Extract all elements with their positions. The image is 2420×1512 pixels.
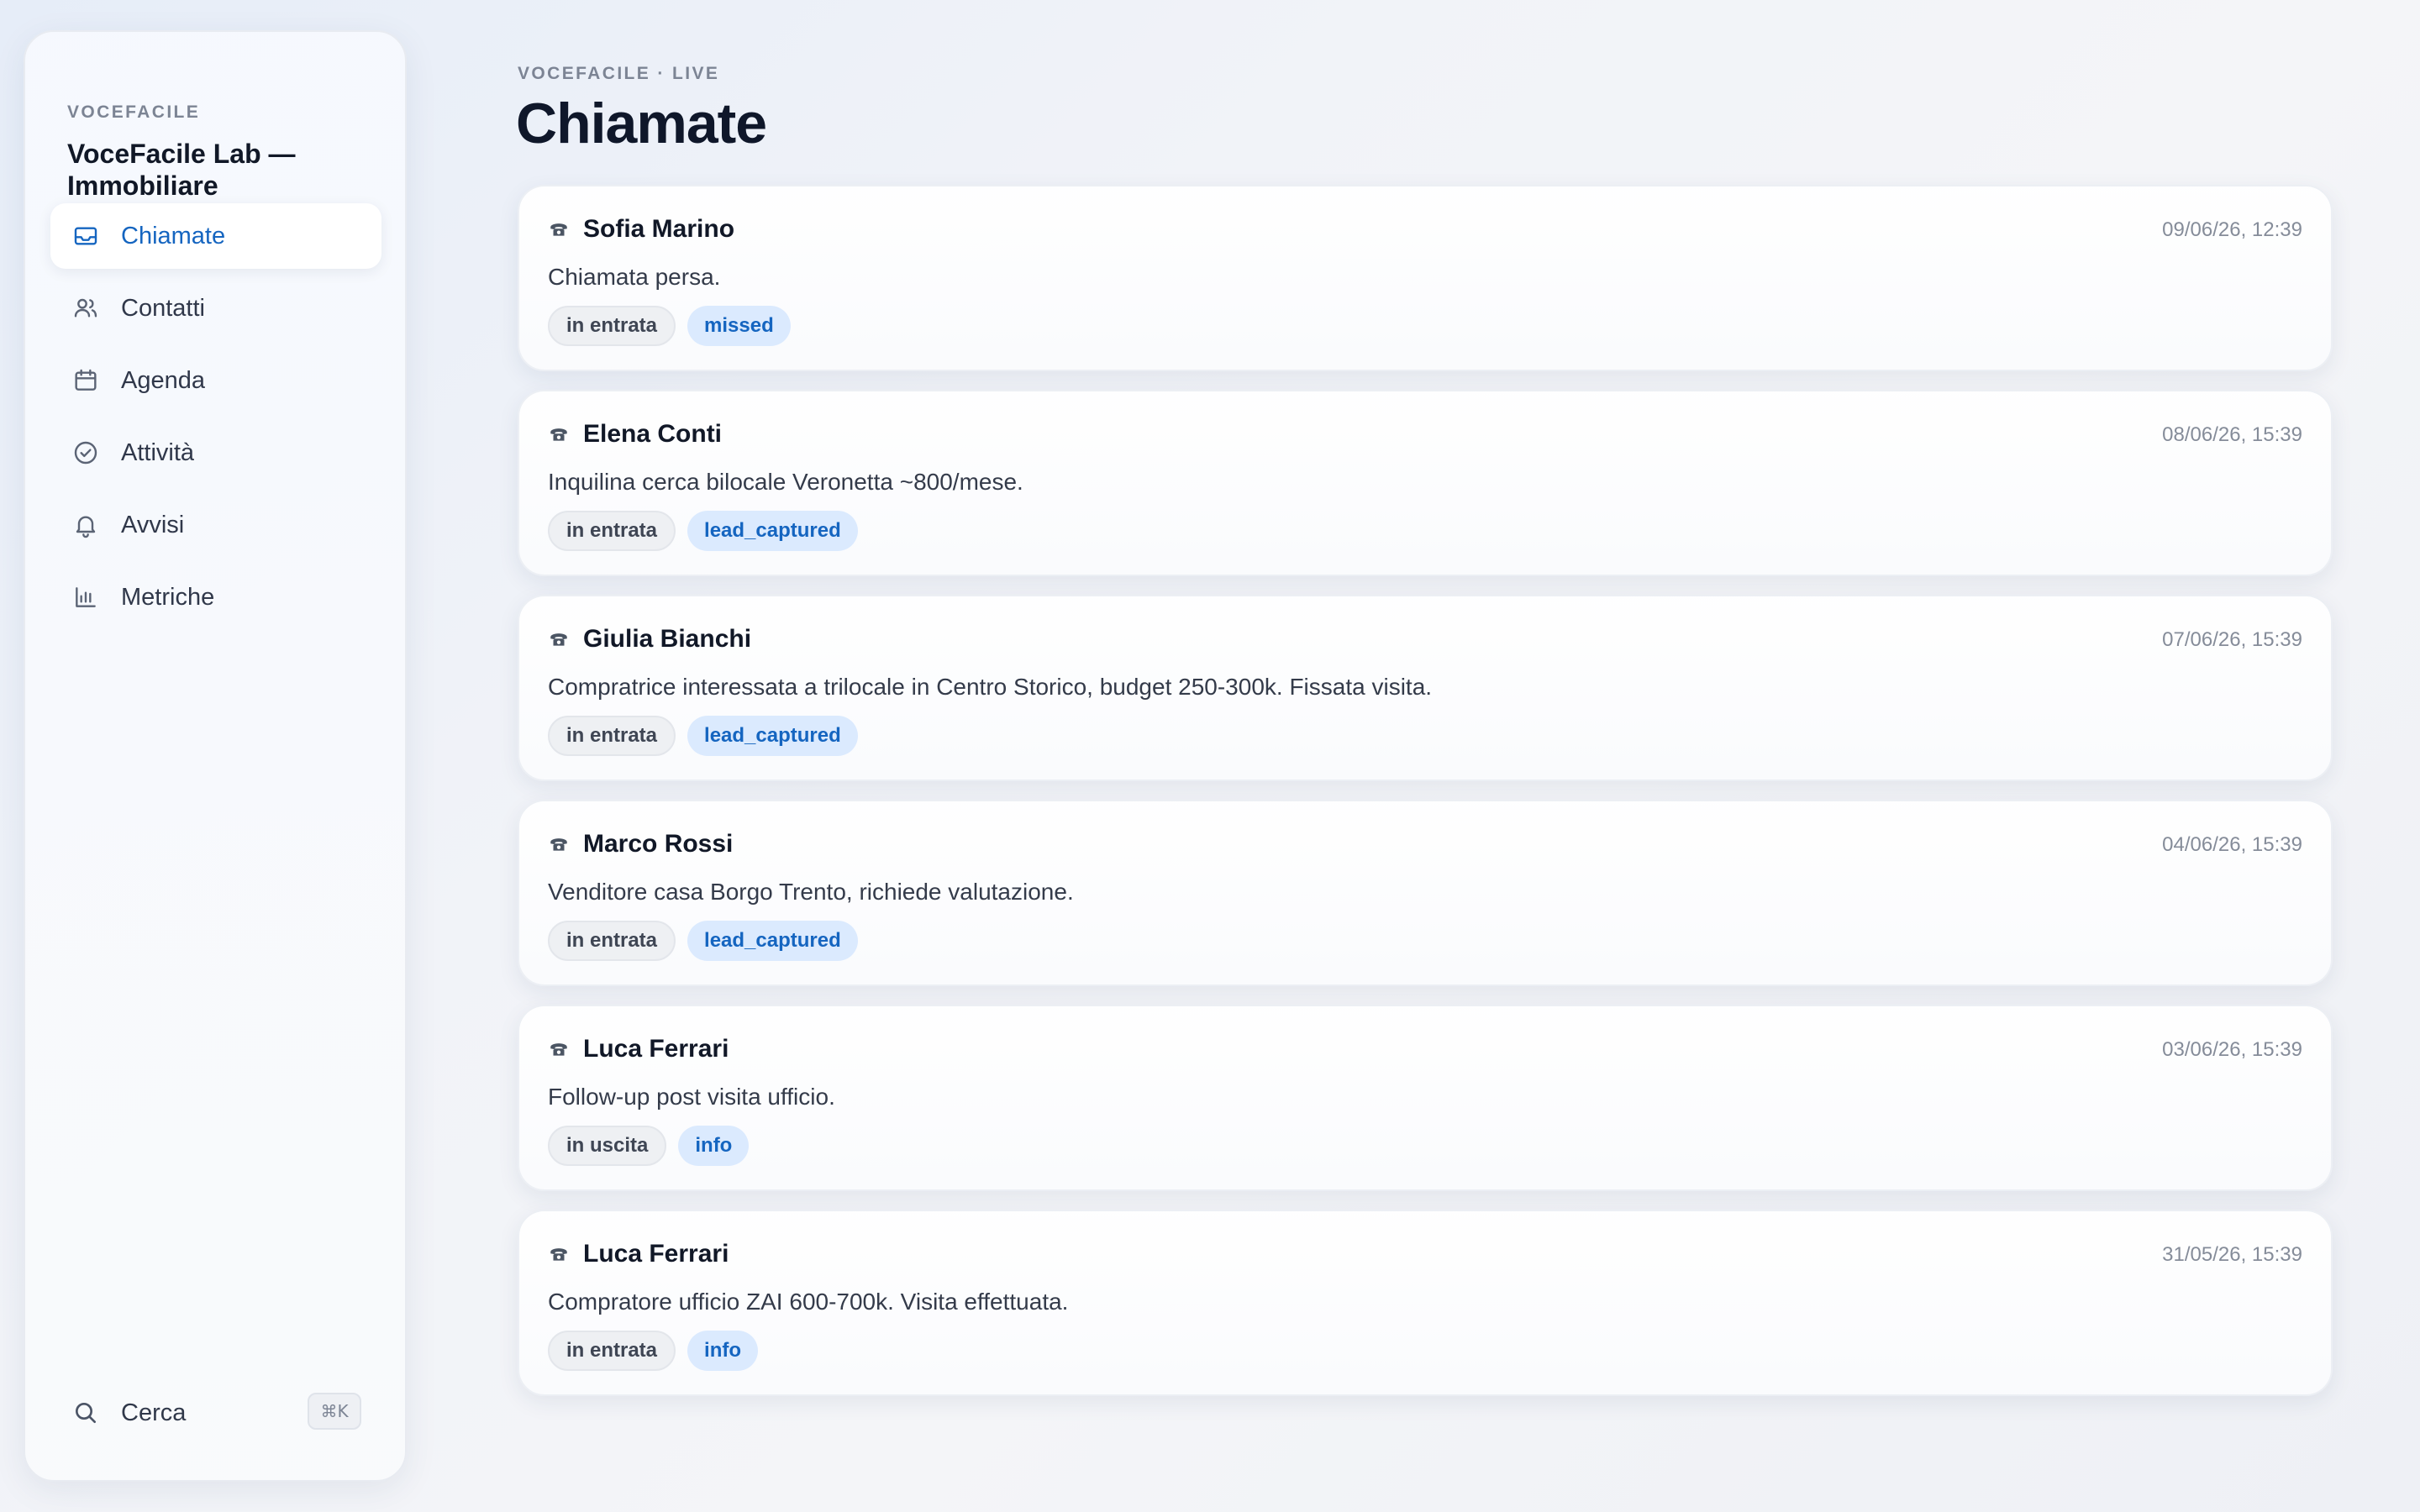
caller-name: Sofia Marino <box>583 215 735 243</box>
sidebar-item-label: Agenda <box>121 366 205 394</box>
call-summary: Compratrice interessata a trilocale in C… <box>548 674 1433 700</box>
direction-badge: in entrata <box>548 921 676 961</box>
call-tags: in uscita info <box>548 1126 750 1166</box>
call-summary: Venditore casa Borgo Trento, richiede va… <box>548 879 1074 905</box>
caller: Luca Ferrari <box>548 1240 729 1268</box>
sidebar-item-agenda[interactable]: Agenda <box>50 348 381 413</box>
call-card[interactable]: Sofia Marino 09/06/26, 12:39 Chiamata pe… <box>518 185 2333 371</box>
search-button[interactable]: Cerca ⌘K <box>50 1379 381 1446</box>
direction-badge: in uscita <box>548 1126 667 1166</box>
page-eyebrow: VOCEFACILE · LIVE <box>518 64 720 83</box>
phone-icon <box>550 223 567 236</box>
call-timestamp: 03/06/26, 15:39 <box>2162 1038 2302 1061</box>
call-card[interactable]: Giulia Bianchi 07/06/26, 15:39 Compratri… <box>518 595 2333 781</box>
caller: Elena Conti <box>548 420 722 449</box>
call-card[interactable]: Elena Conti 08/06/26, 15:39 Inquilina ce… <box>518 390 2333 576</box>
caller-name: Giulia Bianchi <box>583 625 752 653</box>
bar-chart-icon <box>76 587 96 607</box>
check-circle-icon <box>74 441 97 465</box>
call-tags: in entrata lead_captured <box>548 511 858 551</box>
caller-name: Luca Ferrari <box>583 1240 729 1268</box>
caller: Luca Ferrari <box>548 1035 729 1063</box>
workspace-name[interactable]: VoceFacile Lab — Immobiliare <box>67 138 370 202</box>
caller-name: Marco Rossi <box>583 830 734 858</box>
sidebar-item-avvisi[interactable]: Avvisi <box>50 492 381 558</box>
sidebar-nav: Chiamate Contatti Agenda Attività Avvisi… <box>50 203 381 637</box>
users-icon <box>74 298 97 318</box>
call-tags: in entrata info <box>548 1331 759 1371</box>
direction-badge: in entrata <box>548 1331 676 1371</box>
sidebar-item-label: Attività <box>121 438 195 466</box>
call-tags: in entrata lead_captured <box>548 921 858 961</box>
caller-name: Elena Conti <box>583 420 723 448</box>
call-timestamp: 09/06/26, 12:39 <box>2162 218 2302 241</box>
sidebar-item-label: Contatti <box>121 294 205 322</box>
call-summary: Inquilina cerca bilocale Veronetta ~800/… <box>548 469 1023 495</box>
inbox-icon <box>74 227 97 245</box>
call-tags: in entrata missed <box>548 306 791 346</box>
caller: Sofia Marino <box>548 215 734 244</box>
sidebar-item-attivita[interactable]: Attività <box>50 420 381 486</box>
direction-badge: in entrata <box>548 306 676 346</box>
status-badge: missed <box>687 306 791 346</box>
direction-badge: in entrata <box>548 716 676 756</box>
caller: Marco Rossi <box>548 830 733 858</box>
shortcut-badge: ⌘K <box>308 1393 361 1430</box>
call-timestamp: 07/06/26, 15:39 <box>2162 628 2302 651</box>
page-title: Chiamate <box>516 92 767 155</box>
bell-icon <box>76 516 96 538</box>
sidebar-item-label: Metriche <box>121 583 215 611</box>
status-badge: info <box>678 1126 750 1166</box>
status-badge: info <box>687 1331 759 1371</box>
brand-name: VOCEFACILE <box>67 102 201 122</box>
search-icon <box>76 1403 96 1423</box>
call-card[interactable]: Luca Ferrari 03/06/26, 15:39 Follow-up p… <box>518 1005 2333 1191</box>
status-badge: lead_captured <box>687 921 858 961</box>
call-tags: in entrata lead_captured <box>548 716 858 756</box>
sidebar: VOCEFACILE VoceFacile Lab — Immobiliare … <box>24 30 407 1482</box>
phone-icon <box>550 838 567 851</box>
direction-badge: in entrata <box>548 511 676 551</box>
caller: Giulia Bianchi <box>548 625 751 654</box>
status-badge: lead_captured <box>687 716 858 756</box>
call-card[interactable]: Marco Rossi 04/06/26, 15:39 Venditore ca… <box>518 800 2333 986</box>
call-summary: Follow-up post visita ufficio. <box>548 1084 835 1110</box>
calls-list: Sofia Marino 09/06/26, 12:39 Chiamata pe… <box>518 185 2333 1415</box>
phone-icon <box>550 1248 567 1261</box>
sidebar-item-label: Avvisi <box>121 511 185 538</box>
search-label: Cerca <box>121 1399 187 1426</box>
call-timestamp: 08/06/26, 15:39 <box>2162 423 2302 446</box>
sidebar-item-metriche[interactable]: Metriche <box>50 564 381 630</box>
phone-icon <box>550 633 567 646</box>
sidebar-item-contatti[interactable]: Contatti <box>50 276 381 341</box>
status-badge: lead_captured <box>687 511 858 551</box>
calendar-icon <box>75 369 97 391</box>
phone-icon <box>550 428 567 441</box>
call-summary: Chiamata persa. <box>548 264 721 290</box>
call-card[interactable]: Luca Ferrari 31/05/26, 15:39 Compratore … <box>518 1210 2333 1396</box>
call-summary: Compratore ufficio ZAI 600-700k. Visita … <box>548 1289 1069 1315</box>
call-timestamp: 04/06/26, 15:39 <box>2162 833 2302 856</box>
call-timestamp: 31/05/26, 15:39 <box>2162 1243 2302 1266</box>
sidebar-item-chiamate[interactable]: Chiamate <box>50 203 381 269</box>
phone-icon <box>550 1043 567 1056</box>
sidebar-item-label: Chiamate <box>121 222 226 249</box>
caller-name: Luca Ferrari <box>583 1035 729 1063</box>
